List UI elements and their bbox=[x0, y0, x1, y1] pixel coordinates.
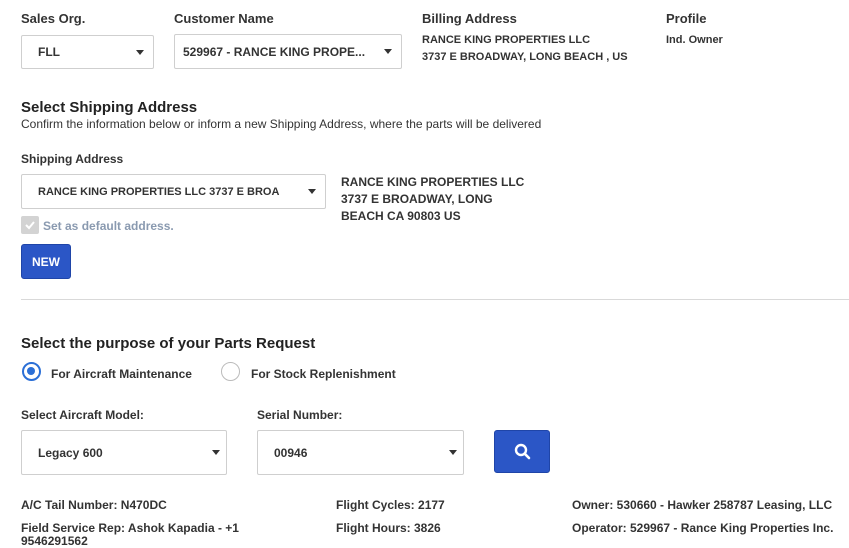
radio-stock-replenishment-label: For Stock Replenishment bbox=[251, 367, 396, 381]
purpose-section-title: Select the purpose of your Parts Request bbox=[21, 335, 316, 352]
shipping-address-value: RANCE KING PROPERTIES LLC 3737 E BROA bbox=[38, 185, 280, 198]
customer-name-select[interactable]: 529967 - RANCE KING PROPE... bbox=[174, 34, 402, 69]
default-address-label: Set as default address. bbox=[43, 219, 174, 233]
customer-name-value: 529967 - RANCE KING PROPE... bbox=[183, 44, 366, 59]
serial-number-label: Serial Number: bbox=[257, 408, 343, 422]
billing-address-label: Billing Address bbox=[422, 11, 517, 26]
serial-number-value: 00946 bbox=[274, 445, 308, 460]
chevron-down-icon bbox=[308, 189, 316, 194]
flight-hours: Flight Hours: 3826 bbox=[336, 521, 441, 535]
field-service-rep: Field Service Rep: Ashok Kapadia - +1 95… bbox=[21, 521, 239, 548]
sales-org-select[interactable]: FLL bbox=[21, 35, 154, 69]
radio-aircraft-maintenance-label: For Aircraft Maintenance bbox=[51, 367, 192, 381]
sales-org-label: Sales Org. bbox=[21, 11, 86, 26]
billing-address-line2: 3737 E BROADWAY, LONG BEACH , US bbox=[422, 51, 628, 63]
operator-info: Operator: 529967 - Rance King Properties… bbox=[572, 521, 834, 535]
aircraft-model-value: Legacy 600 bbox=[38, 445, 103, 460]
owner-info: Owner: 530660 - Hawker 258787 Leasing, L… bbox=[572, 498, 833, 512]
chevron-down-icon bbox=[449, 450, 457, 455]
chevron-down-icon bbox=[212, 450, 220, 455]
shipping-address-line1: RANCE KING PROPERTIES LLC bbox=[341, 175, 525, 189]
radio-aircraft-maintenance[interactable] bbox=[22, 362, 41, 381]
radio-stock-replenishment[interactable] bbox=[221, 362, 240, 381]
tail-number: A/C Tail Number: N470DC bbox=[21, 498, 167, 512]
shipping-address-line3: BEACH CA 90803 US bbox=[341, 209, 461, 223]
section-divider bbox=[21, 299, 849, 300]
shipping-address-label: Shipping Address bbox=[21, 152, 124, 166]
checkmark-icon bbox=[25, 221, 35, 230]
customer-name-label: Customer Name bbox=[174, 11, 274, 26]
chevron-down-icon bbox=[384, 49, 392, 54]
shipping-section-title: Select Shipping Address bbox=[21, 99, 198, 116]
new-address-button[interactable]: NEW bbox=[21, 244, 71, 279]
shipping-address-line2: 3737 E BROADWAY, LONG bbox=[341, 192, 493, 206]
sales-org-value: FLL bbox=[38, 45, 60, 59]
default-address-checkbox[interactable] bbox=[21, 216, 39, 234]
shipping-section-subtitle: Confirm the information below or inform … bbox=[21, 117, 542, 131]
profile-label: Profile bbox=[666, 11, 707, 26]
profile-value: Ind. Owner bbox=[666, 34, 723, 46]
serial-number-select[interactable]: 00946 bbox=[257, 430, 464, 475]
chevron-down-icon bbox=[136, 49, 144, 55]
search-button[interactable] bbox=[494, 430, 550, 473]
aircraft-model-label: Select Aircraft Model: bbox=[21, 408, 144, 422]
billing-address-line1: RANCE KING PROPERTIES LLC bbox=[422, 34, 591, 46]
flight-cycles: Flight Cycles: 2177 bbox=[336, 498, 445, 512]
aircraft-model-select[interactable]: Legacy 600 bbox=[21, 430, 227, 475]
shipping-address-select[interactable]: RANCE KING PROPERTIES LLC 3737 E BROA bbox=[21, 174, 326, 209]
search-icon bbox=[514, 443, 530, 460]
